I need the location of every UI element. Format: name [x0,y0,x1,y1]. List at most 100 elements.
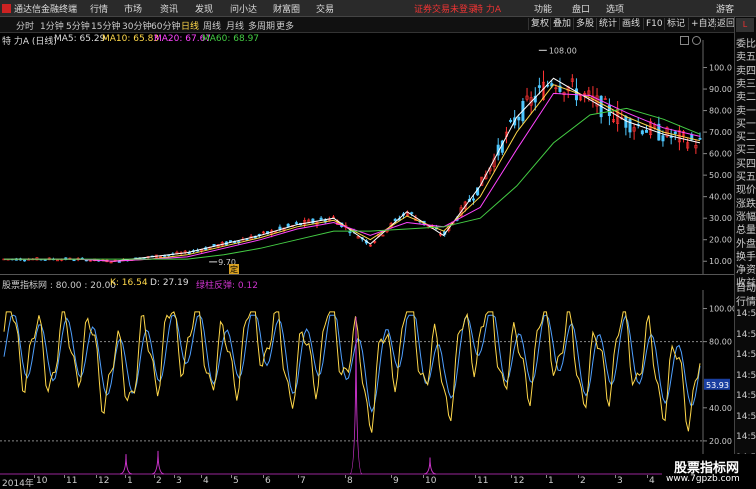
time-axis-label: 3 [176,476,182,486]
time-axis-label: 9 [393,476,399,486]
quote-field-label: 14:50 [736,370,756,381]
indicator-k-line [3,311,701,433]
time-axis-label: 2 [580,476,586,486]
time-axis-label: 1 [127,476,133,486]
time-axis-tick [391,475,392,478]
time-axis-tick [511,475,512,478]
time-axis-tick [96,475,97,478]
candle-body [640,130,644,135]
price-axis-label: 70.00 [709,128,732,137]
time-axis-tick [125,475,126,478]
time-axis-tick [615,475,616,478]
time-axis-label: 10 [36,476,48,486]
time-axis-tick [647,475,648,478]
time-axis-label: 4 [203,476,209,486]
watermark-url: www.7gpzb.com [666,474,740,484]
time-axis-tick [345,475,346,478]
candle-body [471,198,475,201]
time-axis-tick [578,475,579,478]
quote-panel: L 委比 卖五 卖四 卖三 卖二 卖一 买一 买二 买三 买四 买五 现价 涨跌 涨幅 总量 外盘 换手 净资 收益… [734,17,756,487]
candle-body [644,129,648,133]
time-axis-label: 8 [347,476,353,486]
candle-body [117,261,121,263]
indicator-chart: 100.00 80.00 40.00 20.00 53.93 [0,290,734,475]
quote-field-label: 14:50 [736,411,756,422]
time-axis-label: 4 [649,476,655,486]
candle-body [294,222,298,224]
candle-body [72,259,76,262]
time-axis-tick [34,475,35,478]
quote-field-label: 14:50 [736,350,756,360]
quote-field-label[interactable]: 自动 [736,279,756,294]
high-marker-label: 108.00 [549,46,577,55]
time-axis-tick [64,475,65,478]
time-axis-tick [475,475,476,478]
candle-body [517,116,521,121]
time-axis-tick [423,475,424,478]
time-axis-tick [201,475,202,478]
time-axis: 2014年 10 11 12 1 2 3 4 5 6 7 8 9 10 11 12 1 2 3 4 [0,475,734,489]
time-axis-label: 2 [156,476,162,486]
candle-body [509,119,513,122]
price-axis-label: 10.00 [709,257,732,266]
price-axis-label: 40.00 [709,193,732,202]
time-axis-tick [174,475,175,478]
time-axis-tick [298,475,299,478]
candle-body [624,115,628,128]
event-marker-label: 定 [230,264,238,274]
quote-field-label: 14:50 [736,309,756,319]
time-axis-label: 12 [513,476,525,486]
time-axis-label: 1 [548,476,554,486]
candle-body [673,131,677,134]
time-axis-label: 2014年 [2,479,34,489]
candle-body [319,217,323,220]
price-axis-label: 80.00 [709,107,732,116]
price-axis-label: 100.0 [709,64,732,73]
rebound-spike [151,450,165,475]
time-axis-label: 10 [425,476,437,486]
time-axis-tick [546,475,547,478]
current-value-label: 53.93 [706,381,729,390]
indicator-axis-label: 40.00 [709,404,732,413]
chart-canvas[interactable]: 100.0 90.00 80.00 70.00 60.00 50.00 40.00 30.00… [0,0,734,487]
ma10-line [4,84,701,262]
candle-body [278,226,282,230]
candle-body [286,223,290,227]
candle-body [43,259,47,261]
rebound-spike [119,454,133,475]
quote-field-label: 14:50 [736,432,756,442]
price-axis-label: 90.00 [709,85,732,94]
candle-body [23,259,27,262]
price-axis-label: 60.00 [709,150,732,159]
quote-field-label[interactable]: 行情 [736,293,756,308]
time-axis-label: 11 [66,476,78,486]
candle-body [410,212,414,214]
time-axis-tick [263,475,264,478]
candle-body [628,118,632,133]
ma60-line [4,107,701,260]
site-watermark: 股票指标网 www.7gpzb.com [662,454,756,487]
candle-body [537,85,541,88]
candle-body [698,137,702,140]
candle-body [393,218,397,222]
time-axis-label: 3 [617,476,623,486]
ma20-line [4,92,701,262]
price-axis-label: 50.00 [709,171,732,180]
quote-field-label: 14:50 [736,391,756,401]
price-axis-label: 20.00 [709,236,732,245]
time-axis-label: 6 [265,476,271,486]
indicator-axis-label: 100.00 [709,305,734,314]
candle-body [56,259,60,262]
panel-badge[interactable]: L [736,18,754,32]
rebound-spike [423,457,437,475]
indicator-d-line [3,314,701,413]
quote-field-label: 14:50 [736,329,756,340]
price-chart: 100.0 90.00 80.00 70.00 60.00 50.00 40.00 30.00… [2,40,732,274]
time-axis-label: 12 [98,476,110,486]
indicator-axis-label: 80.00 [709,338,732,347]
time-axis-label: 7 [300,476,306,486]
price-axis-label: 30.00 [709,214,732,223]
candle-body [348,231,352,234]
indicator-axis-label: 20.00 [709,437,732,446]
time-axis-label: 5 [233,476,239,486]
